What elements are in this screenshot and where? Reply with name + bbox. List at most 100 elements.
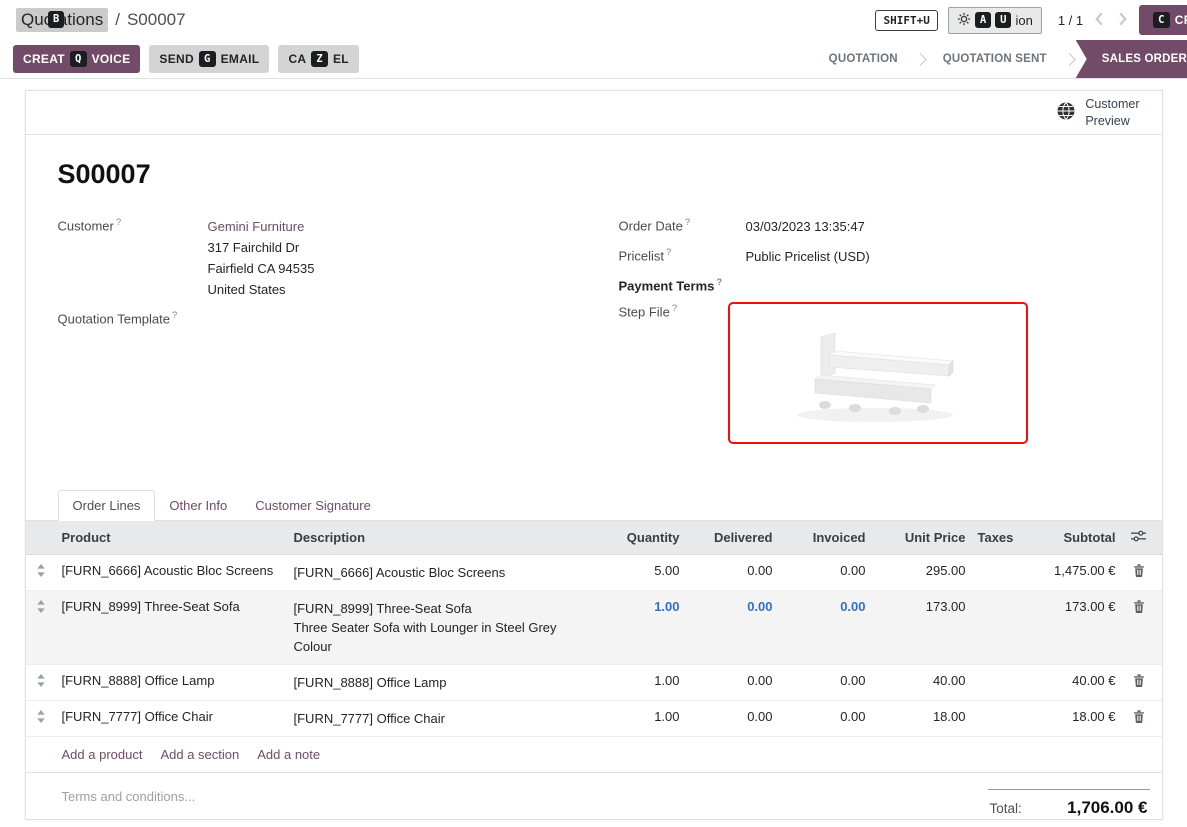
help-marker[interactable]: ? xyxy=(685,217,690,228)
pager-next-button[interactable] xyxy=(1116,10,1129,31)
status-step-quotation[interactable]: QUOTATION xyxy=(813,40,914,78)
breadcrumb-quotations[interactable]: Quotations B xyxy=(16,8,108,32)
customer-address-line: Fairfield CA 94535 xyxy=(208,258,569,279)
cell-product[interactable]: [FURN_8999] Three-Seat Sofa xyxy=(56,591,288,622)
order-lines-table: Product Description Quantity Delivered I… xyxy=(26,521,1162,773)
add-a-product-link[interactable]: Add a product xyxy=(62,747,143,762)
terms-and-conditions-input[interactable]: Terms and conditions... xyxy=(62,789,196,827)
cell-description[interactable]: [FURN_8999] Three-Seat Sofa Three Seater… xyxy=(288,591,591,664)
delete-row-icon[interactable] xyxy=(1122,665,1156,698)
gear-icon xyxy=(957,12,971,29)
optional-columns-icon[interactable] xyxy=(1122,529,1156,546)
pricelist-value[interactable]: Public Pricelist (USD) xyxy=(746,246,1130,267)
drag-handle-icon[interactable] xyxy=(26,555,56,588)
hotkey-badge-a: A xyxy=(975,12,991,29)
cell-invoiced[interactable]: 0.00 xyxy=(779,701,872,732)
form-sheet: Customer Preview S00007 Customer? Gemini… xyxy=(25,90,1163,820)
add-a-section-link[interactable]: Add a section xyxy=(160,747,239,762)
page-title: S00007 xyxy=(58,159,1130,190)
add-a-note-link[interactable]: Add a note xyxy=(257,747,320,762)
drag-handle-icon[interactable] xyxy=(26,591,56,624)
cell-quantity[interactable]: 1.00 xyxy=(591,701,686,732)
send-email-button[interactable]: SEND G EMAIL xyxy=(149,45,269,74)
column-header-delivered[interactable]: Delivered xyxy=(686,530,779,545)
status-step-quotation-sent[interactable]: QUOTATION SENT xyxy=(927,40,1063,78)
globe-icon xyxy=(1056,101,1076,124)
cell-product[interactable]: [FURN_8888] Office Lamp xyxy=(56,665,288,696)
create-invoice-label-pre: CREAT xyxy=(23,52,65,66)
cell-delivered[interactable]: 0.00 xyxy=(686,665,779,696)
drag-handle-icon[interactable] xyxy=(26,701,56,734)
cell-description[interactable]: [FURN_7777] Office Chair xyxy=(288,701,591,736)
cell-quantity[interactable]: 1.00 xyxy=(591,591,686,622)
sheet-body: S00007 Customer? Gemini Furniture 317 Fa… xyxy=(26,135,1162,458)
hotkey-badge-z: Z xyxy=(311,51,328,68)
table-row[interactable]: [FURN_8999] Three-Seat Sofa [FURN_8999] … xyxy=(26,591,1162,665)
cell-unit-price[interactable]: 173.00 xyxy=(872,591,972,622)
chevron-separator-icon xyxy=(914,53,927,66)
hotkey-badge-u: U xyxy=(995,12,1011,29)
customer-link[interactable]: Gemini Furniture xyxy=(208,219,305,234)
cell-quantity[interactable]: 1.00 xyxy=(591,665,686,696)
cell-unit-price[interactable]: 18.00 xyxy=(872,701,972,732)
tab-order-lines[interactable]: Order Lines xyxy=(58,490,156,521)
delete-row-icon[interactable] xyxy=(1122,555,1156,588)
column-header-invoiced[interactable]: Invoiced xyxy=(779,530,872,545)
delete-row-icon[interactable] xyxy=(1122,591,1156,624)
quotation-template-label-text: Quotation Template xyxy=(58,311,171,326)
column-header-product[interactable]: Product xyxy=(56,530,288,545)
cell-quantity[interactable]: 5.00 xyxy=(591,555,686,586)
help-marker[interactable]: ? xyxy=(672,303,677,314)
cell-product[interactable]: [FURN_6666] Acoustic Bloc Screens xyxy=(56,555,288,586)
cell-description[interactable]: [FURN_6666] Acoustic Bloc Screens xyxy=(288,555,591,590)
cancel-button[interactable]: CA Z EL xyxy=(278,45,359,74)
cell-taxes[interactable] xyxy=(972,591,1020,607)
tab-customer-signature[interactable]: Customer Signature xyxy=(241,491,385,520)
sheet-footer: Terms and conditions... Total: 1,706.00 … xyxy=(26,773,1162,827)
cell-unit-price[interactable]: 295.00 xyxy=(872,555,972,586)
cell-taxes[interactable] xyxy=(972,555,1020,571)
table-row[interactable]: [FURN_6666] Acoustic Bloc Screens [FURN_… xyxy=(26,555,1162,591)
drag-handle-icon[interactable] xyxy=(26,665,56,698)
cell-product[interactable]: [FURN_7777] Office Chair xyxy=(56,701,288,732)
column-header-quantity[interactable]: Quantity xyxy=(591,530,686,545)
description-line: Three Seater Sofa with Lounger in Steel … xyxy=(294,618,585,637)
cell-delivered[interactable]: 0.00 xyxy=(686,555,779,586)
cell-delivered[interactable]: 0.00 xyxy=(686,591,779,622)
column-header-description[interactable]: Description xyxy=(288,530,591,545)
create-button[interactable]: C CREATE xyxy=(1139,5,1187,36)
help-marker[interactable]: ? xyxy=(172,310,177,321)
cell-invoiced[interactable]: 0.00 xyxy=(779,555,872,586)
cell-invoiced[interactable]: 0.00 xyxy=(779,665,872,696)
cell-invoiced[interactable]: 0.00 xyxy=(779,591,872,622)
cell-taxes[interactable] xyxy=(972,665,1020,681)
cell-taxes[interactable] xyxy=(972,701,1020,717)
column-header-taxes[interactable]: Taxes xyxy=(972,530,1020,545)
column-header-subtotal[interactable]: Subtotal xyxy=(1020,530,1122,545)
description-line: [FURN_6666] Acoustic Bloc Screens xyxy=(294,563,585,582)
cell-description[interactable]: [FURN_8888] Office Lamp xyxy=(288,665,591,700)
pager-previous-button[interactable] xyxy=(1093,10,1106,31)
help-marker[interactable]: ? xyxy=(116,217,121,228)
cell-delivered[interactable]: 0.00 xyxy=(686,701,779,732)
customer-preview-button[interactable]: Customer Preview xyxy=(1056,96,1139,130)
delete-row-icon[interactable] xyxy=(1122,701,1156,734)
step-file-image-highlighted[interactable] xyxy=(728,302,1028,444)
help-marker[interactable]: ? xyxy=(666,247,671,258)
payment-terms-label-text: Payment Terms xyxy=(619,278,715,293)
status-step-sales-order-active[interactable]: SALES ORDER xyxy=(1076,40,1187,78)
help-marker[interactable]: ? xyxy=(716,277,722,288)
order-date-value[interactable]: 03/03/2023 13:35:47 xyxy=(746,216,1130,237)
payment-terms-label: Payment Terms? xyxy=(619,276,746,293)
table-row[interactable]: [FURN_8888] Office Lamp [FURN_8888] Offi… xyxy=(26,665,1162,701)
create-invoice-button[interactable]: CREAT Q VOICE xyxy=(13,45,140,74)
cell-subtotal: 1,475.00 € xyxy=(1020,555,1122,586)
action-menu-button[interactable]: A U ion xyxy=(948,7,1042,34)
total-label: Total: xyxy=(990,801,1022,816)
tab-other-info[interactable]: Other Info xyxy=(155,491,241,520)
column-header-unit-price[interactable]: Unit Price xyxy=(872,530,972,545)
form-fields: Customer? Gemini Furniture 317 Fairchild… xyxy=(58,216,1130,458)
table-row[interactable]: [FURN_7777] Office Chair [FURN_7777] Off… xyxy=(26,701,1162,737)
cell-unit-price[interactable]: 40.00 xyxy=(872,665,972,696)
hotkey-badge-q: Q xyxy=(70,51,87,68)
